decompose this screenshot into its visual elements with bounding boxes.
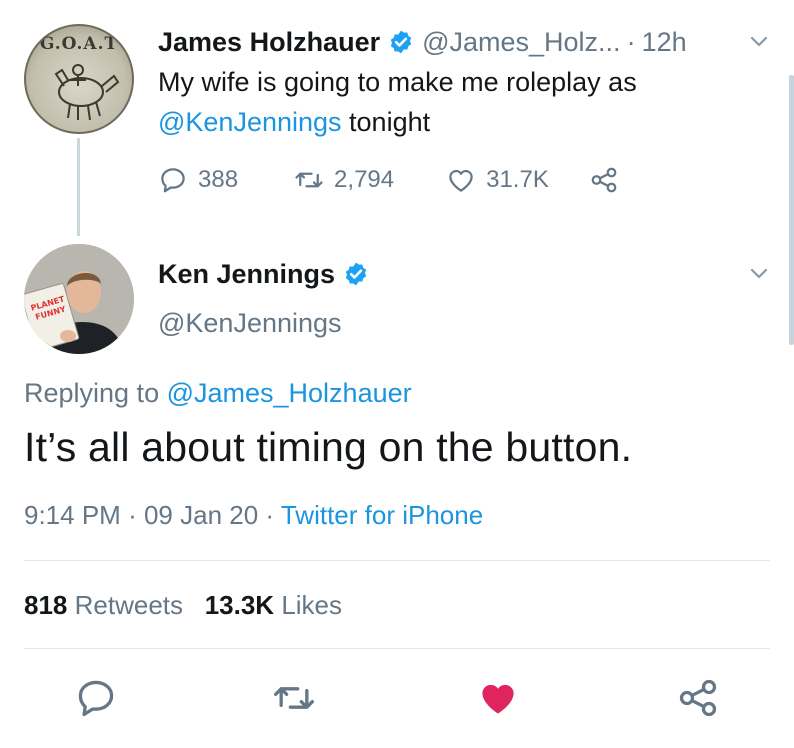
retweets-stat-label: Retweets xyxy=(74,590,184,620)
goat-seal-icon xyxy=(54,64,120,121)
likes-stat-label: Likes xyxy=(281,590,343,620)
parent-tweet-text-tail: tonight xyxy=(341,107,431,137)
parent-author-name[interactable]: James Holzhauer xyxy=(158,27,380,58)
like-action[interactable]: 31.7K xyxy=(446,165,549,195)
tweet-source-link[interactable]: Twitter for iPhone xyxy=(281,500,483,530)
retweet-action[interactable]: 2,794 xyxy=(294,165,394,195)
scrollbar[interactable] xyxy=(789,75,794,345)
heart-icon xyxy=(482,684,514,714)
retweet-button[interactable] xyxy=(272,676,316,720)
replying-to-handle-link[interactable]: @James_Holzhauer xyxy=(167,378,412,408)
divider xyxy=(24,560,770,561)
meta-separator: · xyxy=(128,500,137,530)
tweet-meta: 9:14 PM · 09 Jan 20 · Twitter for iPhone xyxy=(24,500,483,531)
likes-stat-count: 13.3K xyxy=(204,590,275,620)
reply-action[interactable]: 388 xyxy=(158,165,238,195)
divider xyxy=(24,648,770,649)
retweets-stat[interactable]: 818 Retweets xyxy=(24,590,183,620)
meta-separator: · xyxy=(265,500,275,530)
retweet-icon xyxy=(295,172,323,188)
like-button[interactable] xyxy=(476,676,520,720)
main-tweet-action-bar xyxy=(0,676,794,724)
thread-connector-line xyxy=(77,138,80,236)
reply-icon xyxy=(161,168,185,193)
like-count: 31.7K xyxy=(486,166,549,193)
parent-tweet-actions: 388 2,794 31.7K xyxy=(158,160,619,200)
main-tweet-header: Ken Jennings xyxy=(158,256,369,292)
parent-tweet-time[interactable]: 12h xyxy=(642,27,687,58)
reply-count: 388 xyxy=(198,166,239,193)
parent-tweet-text: My wife is going to make me roleplay as … xyxy=(158,62,758,142)
ken-jennings-avatar[interactable]: PLANET FUNNY xyxy=(24,244,134,354)
verified-badge-icon xyxy=(345,262,367,286)
tweet-time: 9:14 PM xyxy=(24,500,121,530)
share-icon xyxy=(591,167,617,193)
retweet-count: 2,794 xyxy=(334,166,395,193)
main-author-handle[interactable]: @KenJennings xyxy=(158,308,342,339)
mention-link[interactable]: @KenJennings xyxy=(158,107,342,137)
main-tweet-text: It’s all about timing on the button. xyxy=(24,424,633,470)
share-icon xyxy=(679,679,717,717)
chevron-down-icon[interactable] xyxy=(748,262,770,284)
chevron-down-icon[interactable] xyxy=(748,30,770,52)
tweet-date: 09 Jan 20 xyxy=(143,500,259,530)
share-button[interactable] xyxy=(676,676,720,720)
retweets-stat-count: 818 xyxy=(24,590,68,620)
profile-photo: PLANET FUNNY xyxy=(24,244,134,354)
parent-tweet-text-body: My wife is going to make me roleplay as xyxy=(158,67,637,97)
verified-badge-icon xyxy=(390,30,412,54)
reply-icon xyxy=(78,680,114,717)
parent-tweet-header: James Holzhauer @James_Holz... · 12h xyxy=(158,24,687,60)
parent-author-handle[interactable]: @James_Holz... xyxy=(422,27,620,58)
likes-stat[interactable]: 13.3K Likes xyxy=(205,590,342,620)
reply-button[interactable] xyxy=(74,676,118,720)
retweet-icon xyxy=(274,687,314,709)
heart-icon xyxy=(449,169,473,192)
engagement-stats: 818 Retweets 13.3K Likes xyxy=(24,590,342,621)
replying-to-label: Replying to xyxy=(24,378,167,408)
main-author-name[interactable]: Ken Jennings xyxy=(158,259,335,290)
replying-to-line: Replying to @James_Holzhauer xyxy=(24,378,412,409)
james-holzhauer-avatar[interactable]: G.O.A.T xyxy=(24,24,134,134)
header-separator: · xyxy=(626,26,636,57)
share-action[interactable] xyxy=(589,165,619,195)
